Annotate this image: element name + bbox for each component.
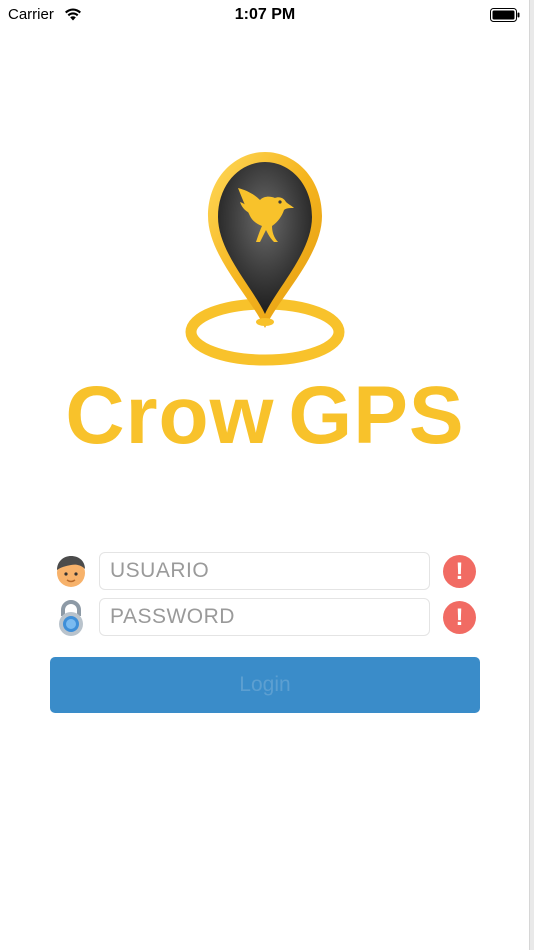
screen-edge (529, 0, 534, 950)
padlock-icon (59, 600, 83, 636)
status-bar: Carrier 1:07 PM (0, 0, 530, 30)
brand-wordmark: Crow GPS (60, 372, 470, 460)
login-button[interactable]: Login (50, 657, 480, 713)
login-screen: Carrier 1:07 PM Crow GPS USUARIO ! ! Log… (0, 0, 534, 950)
crow-location-pin-icon (185, 152, 345, 366)
username-alert-icon: ! (443, 555, 476, 588)
brand-name-gps: GPS (288, 370, 465, 461)
brand-name-crow: Crow (65, 370, 275, 461)
password-alert-icon: ! (443, 601, 476, 634)
user-avatar-icon (57, 556, 85, 587)
battery-icon (490, 8, 520, 22)
password-field[interactable] (99, 598, 430, 636)
status-time: 1:07 PM (234, 6, 296, 23)
username-field[interactable] (99, 552, 430, 590)
